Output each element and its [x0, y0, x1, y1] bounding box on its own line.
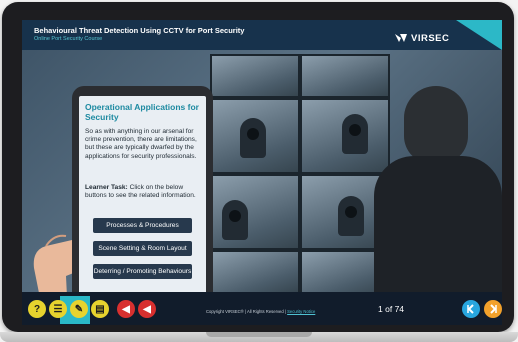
course-header: Behavioural Threat Detection Using CCTV …	[22, 20, 502, 50]
course-subtitle: Online Port Security Course	[34, 36, 103, 42]
tablet-device: Operational Applications for Security So…	[72, 86, 213, 325]
pencil-icon[interactable]: ✎	[70, 300, 88, 318]
tablet-screen: Operational Applications for Security So…	[79, 96, 206, 296]
help-icon[interactable]: ?	[28, 300, 46, 318]
logo-text: VIRSEC	[411, 32, 450, 44]
copyright-label: Copyright VIRSEC® | All Rights Reserved …	[206, 309, 288, 314]
cctv-monitor	[210, 250, 300, 294]
volume-on-icon[interactable]: ◀	[138, 300, 156, 318]
cctv-monitor	[210, 98, 300, 174]
previous-arrow-icon	[467, 304, 474, 314]
deterring-promoting-behaviours-button[interactable]: Deterring / Promoting Behaviours	[93, 264, 192, 279]
virsec-logo: VIRSEC	[394, 32, 449, 44]
learner-task-label: Learner Task:	[85, 184, 128, 191]
security-notice-link[interactable]: Security Notice	[287, 309, 315, 314]
course-title: Behavioural Threat Detection Using CCTV …	[34, 26, 245, 35]
course-screen: Behavioural Threat Detection Using CCTV …	[22, 20, 502, 325]
copyright-text: Copyright VIRSEC® | All Rights Reserved …	[206, 309, 315, 314]
next-arrow-icon	[490, 304, 497, 314]
previous-page-button[interactable]	[462, 300, 480, 318]
page-total: 74	[394, 304, 405, 314]
processes-procedures-button[interactable]: Processes & Procedures	[93, 218, 192, 233]
laptop-frame: Behavioural Threat Detection Using CCTV …	[2, 2, 514, 332]
scene-setting-room-layout-button[interactable]: Scene Setting & Room Layout	[93, 241, 192, 256]
page-counter: 1 of 74	[378, 304, 404, 314]
volume-mute-icon[interactable]: ◀	[117, 300, 135, 318]
cctv-scene-image: Operational Applications for Security So…	[22, 50, 502, 325]
security-officer-figure	[374, 86, 502, 292]
notes-icon[interactable]: ▤	[91, 300, 109, 318]
page-current: 1	[378, 304, 383, 314]
panel-title: Operational Applications for Security	[85, 102, 199, 122]
logo-mark-icon	[395, 34, 407, 42]
cctv-monitor	[210, 54, 300, 98]
learner-task: Learner Task: Click on the below buttons…	[85, 184, 203, 200]
bottom-toolbar: ? ☰ ✎ ▤ ◀ ◀ Copyright VIRSEC® | All Righ…	[22, 292, 502, 325]
panel-body-text: So as with anything in our arsenal for c…	[85, 128, 197, 160]
header-accent-triangle	[456, 20, 502, 50]
laptop-base	[0, 332, 518, 342]
menu-list-icon[interactable]: ☰	[49, 300, 67, 318]
next-page-button[interactable]	[484, 300, 502, 318]
cctv-monitor	[210, 174, 300, 250]
page-of: of	[385, 304, 393, 314]
